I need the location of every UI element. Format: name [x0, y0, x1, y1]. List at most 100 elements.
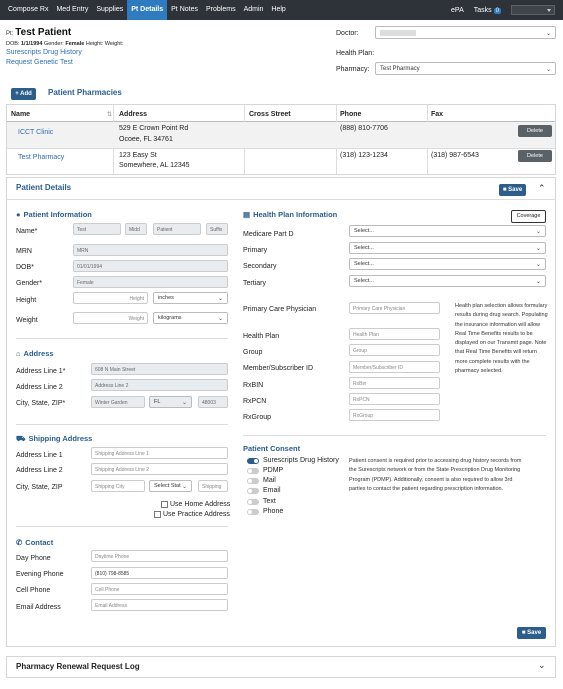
consent-toggle-pdmp[interactable] [247, 468, 259, 474]
chevron-down-icon: ⌄ [545, 31, 551, 37]
middle-name-input[interactable]: Midd [125, 223, 147, 235]
add-pharmacy-button[interactable]: + Add [11, 88, 36, 100]
mrn-input[interactable]: MRN [73, 244, 228, 256]
shipping-state-select[interactable]: Select Stat ⌄ [149, 480, 192, 492]
select-placeholder: Select... [354, 228, 374, 234]
consent-toggle-surescripts[interactable] [247, 458, 259, 464]
pharmacy-row-name[interactable]: ICCT Clinic [18, 129, 53, 136]
address-line2-input[interactable]: Address Line 2 [91, 379, 228, 391]
nav-problems[interactable]: Problems [202, 0, 240, 20]
rxgroup-label: RxGroup [243, 414, 272, 421]
surescripts-drug-history-link[interactable]: Surescripts Drug History [6, 49, 82, 56]
health-plan-note: Health plan selection allows formulary r… [455, 303, 548, 375]
phone-icon: ✆ [16, 538, 23, 547]
nav-pt-notes[interactable]: Pt Notes [167, 0, 202, 20]
first-name-input[interactable]: Test [73, 223, 121, 235]
suffix-input[interactable]: Suffix [206, 223, 228, 235]
cell-phone-input[interactable]: Cell Phone [91, 583, 228, 595]
email-input[interactable]: Email Address [91, 599, 228, 611]
chevron-up-icon[interactable]: ⌃ [538, 183, 546, 194]
health-plan-field-label: Health Plan [243, 333, 280, 340]
rxpcn-input[interactable]: RxPCN [349, 393, 440, 405]
height-input[interactable]: Height [73, 292, 148, 304]
renewal-log-title: Pharmacy Renewal Request Log [16, 662, 140, 671]
save-button-bottom[interactable]: ■ Save [517, 627, 546, 639]
user-menu-dropdown[interactable] [511, 5, 555, 15]
home-icon: ⌂ [16, 349, 21, 358]
consent-label-pdmp: PDMP [263, 467, 284, 474]
shipping-city-input[interactable]: Shipping City [91, 480, 145, 492]
chevron-down-icon: ⌄ [535, 246, 541, 252]
email-label: Email Address [16, 604, 61, 611]
health-plan-input[interactable]: Health Plan [349, 328, 440, 340]
chevron-down-icon: ⌄ [181, 400, 187, 406]
zip-input[interactable]: 48003 [198, 396, 228, 408]
chevron-down-icon[interactable]: ⌄ [538, 660, 546, 671]
pharmacy-row-phone: (888) 810-7706 [340, 125, 388, 132]
medicare-part-d-select[interactable]: Select... ⌄ [349, 225, 546, 237]
patient-information-title-text: Patient Information [23, 210, 92, 219]
nav-admin[interactable]: Admin [240, 0, 268, 20]
coverage-button[interactable]: Coverage [511, 210, 546, 223]
height-unit-select[interactable]: inches ⌄ [153, 292, 228, 304]
doctor-select[interactable]: ⌄ [375, 26, 556, 39]
pharmacy-select[interactable]: Test Pharmacy ⌄ [375, 62, 556, 75]
dob-input[interactable]: 01/01/1994 [73, 260, 228, 272]
consent-toggle-mail[interactable] [247, 478, 259, 484]
consent-toggle-phone[interactable] [247, 509, 259, 515]
use-home-address-checkbox[interactable] [161, 501, 168, 508]
address-line1-input[interactable]: 608 N Main Street [91, 363, 228, 375]
pharmacy-row-phone: (318) 123-1234 [340, 152, 388, 159]
chevron-down-icon: ⌄ [535, 262, 541, 268]
pharmacy-row-name[interactable]: Test Pharmacy [18, 154, 64, 161]
nav-help[interactable]: Help [267, 0, 289, 20]
weight-input[interactable]: Weight [73, 312, 148, 324]
rxbin-label: RxBIN [243, 382, 264, 389]
nav-tasks[interactable]: Tasks 0 [474, 7, 501, 14]
evening-phone-input[interactable]: (810) 798-8585 [91, 567, 228, 579]
rxgroup-input[interactable]: RxGroup [349, 409, 440, 421]
use-practice-address-label: Use Practice Address [163, 511, 230, 518]
shipping-address-title: ⛟ Shipping Address [16, 434, 92, 444]
tertiary-plan-select[interactable]: Select... ⌄ [349, 275, 546, 287]
rxpcn-label: RxPCN [243, 398, 267, 405]
request-genetic-test-link[interactable]: Request Genetic Test [6, 59, 73, 66]
consent-toggle-text[interactable] [247, 499, 259, 505]
primary-label: Primary [243, 247, 268, 254]
secondary-label: Secondary [243, 263, 277, 270]
contact-title-text: Contact [25, 538, 54, 547]
sort-icon[interactable]: ⇅ [107, 111, 112, 118]
address-title: ⌂ Address [16, 349, 54, 358]
gender-field-label: Gender* [16, 280, 43, 287]
pcp-input[interactable]: Primary Care Physician [349, 302, 440, 314]
last-name-input[interactable]: Patient [153, 223, 201, 235]
day-phone-input[interactable]: Daytime Phone [91, 550, 228, 562]
primary-plan-select[interactable]: Select... ⌄ [349, 242, 546, 254]
nav-pt-details[interactable]: Pt Details [127, 0, 168, 20]
member-id-label: Member/Subscriber ID [243, 365, 314, 372]
group-input[interactable]: Group [349, 344, 440, 356]
weight-unit-value: kilograms [158, 315, 182, 321]
use-practice-address-checkbox[interactable] [154, 511, 161, 518]
shipping-line1-input[interactable]: Shipping Address Line 1 [91, 447, 228, 459]
state-select[interactable]: FL ⌄ [149, 396, 192, 408]
delete-pharmacy-button[interactable]: Delete [518, 150, 552, 162]
nav-epa[interactable]: ePA [451, 7, 464, 14]
secondary-plan-select[interactable]: Select... ⌄ [349, 258, 546, 270]
member-id-input[interactable]: Member/Subscriber ID [349, 361, 440, 373]
delete-pharmacy-button[interactable]: Delete [518, 125, 552, 137]
nav-supplies[interactable]: Supplies [92, 0, 127, 20]
nav-compose-rx[interactable]: Compose Rx [4, 0, 52, 20]
dob-value: 1/1/1994 [20, 41, 43, 47]
shipping-line2-input[interactable]: Shipping Address Line 2 [91, 463, 228, 475]
save-button-top[interactable]: ■ Save [499, 184, 526, 196]
nav-med-entry[interactable]: Med Entry [52, 0, 92, 20]
col-header-name[interactable]: Name [11, 111, 30, 118]
rxbin-input[interactable]: RxBin [349, 377, 440, 389]
city-input[interactable]: Winter Garden [91, 396, 145, 408]
consent-toggle-email[interactable] [247, 488, 259, 494]
weight-unit-select[interactable]: kilograms ⌄ [153, 312, 228, 324]
doctor-redacted [380, 30, 416, 36]
shipping-zip-input[interactable]: Shipping [198, 480, 228, 492]
gender-input[interactable]: Female [73, 276, 228, 288]
